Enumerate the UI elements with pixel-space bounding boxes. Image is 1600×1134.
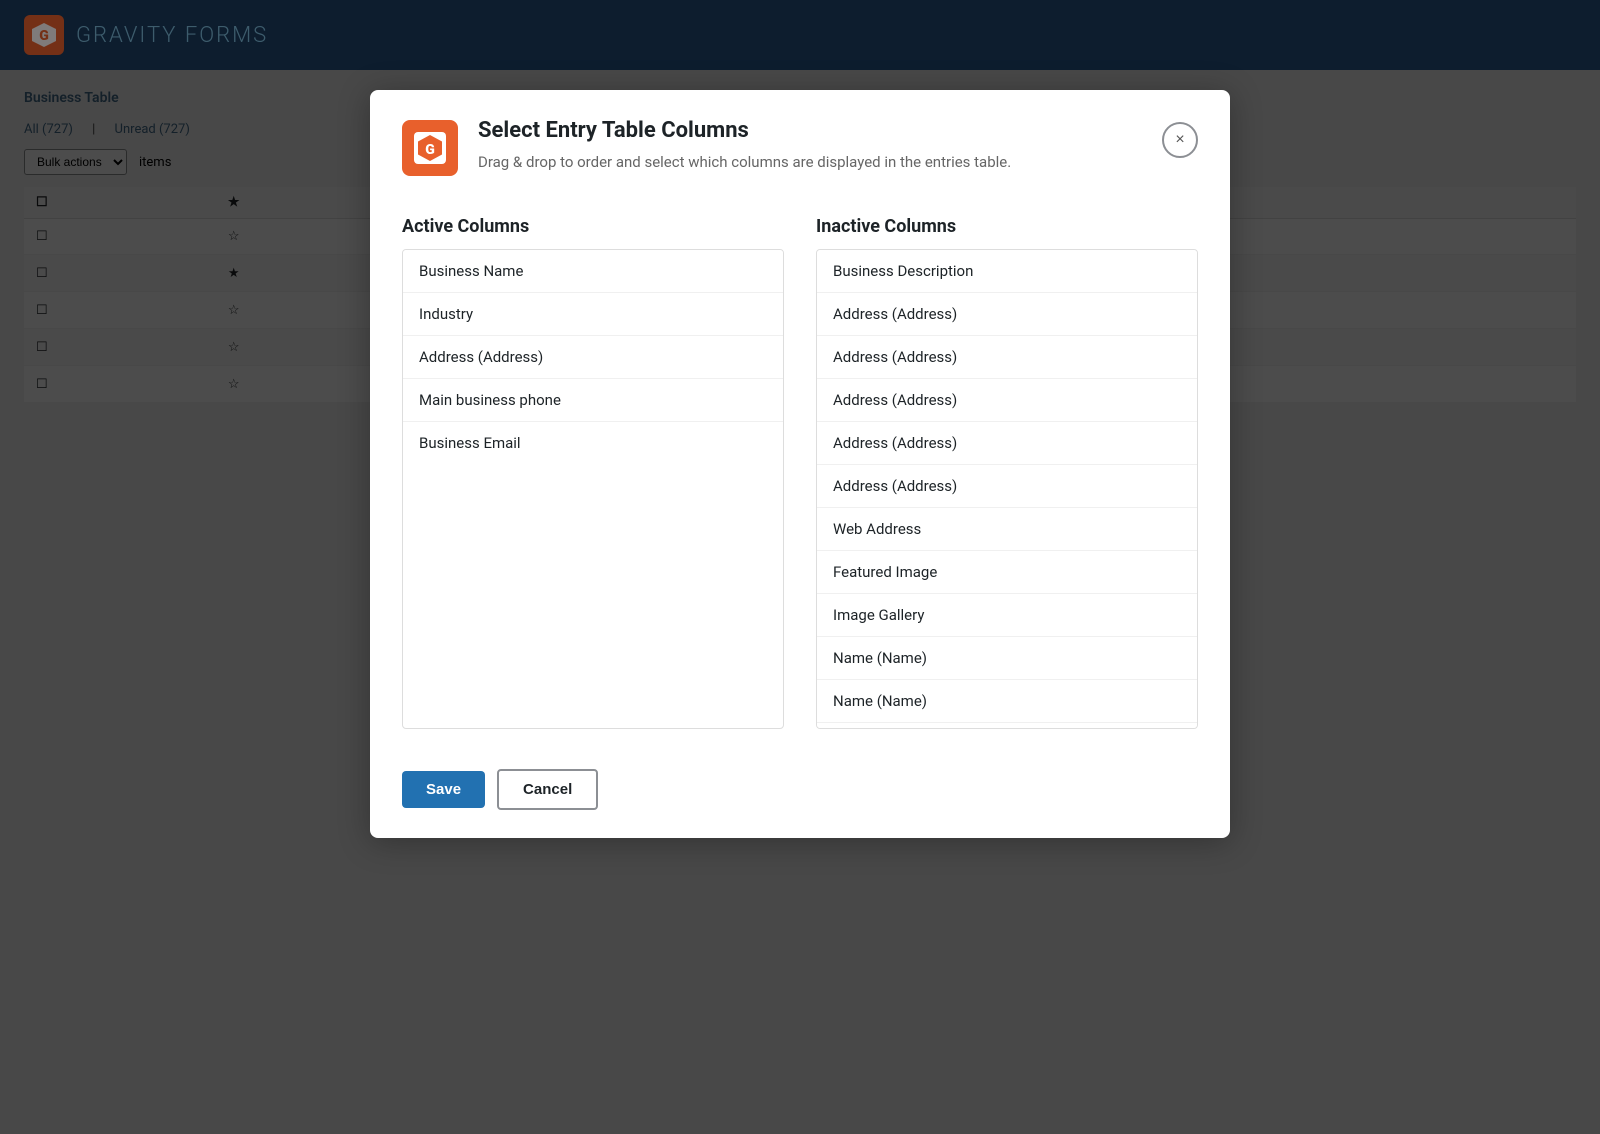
modal-logo-inner: G: [414, 132, 446, 164]
active-columns-title: Active Columns: [402, 216, 784, 237]
active-column-item[interactable]: Business Name: [403, 250, 783, 293]
close-icon: ×: [1175, 131, 1184, 149]
active-column-item[interactable]: Address (Address): [403, 336, 783, 379]
modal-footer: Save Cancel: [370, 749, 1230, 838]
inactive-column-item[interactable]: Address (Address): [817, 465, 1197, 508]
active-column-item[interactable]: Industry: [403, 293, 783, 336]
active-columns-list[interactable]: Business NameIndustryAddress (Address)Ma…: [402, 249, 784, 729]
active-column-item[interactable]: Business Email: [403, 422, 783, 464]
modal-backdrop: G Select Entry Table Columns Drag & drop…: [0, 0, 1600, 1134]
save-button[interactable]: Save: [402, 771, 485, 808]
inactive-columns-title: Inactive Columns: [816, 216, 1198, 237]
active-column-item[interactable]: Main business phone: [403, 379, 783, 422]
modal-body: Active Columns Business NameIndustryAddr…: [370, 196, 1230, 749]
inactive-column-item[interactable]: Email: [817, 723, 1197, 729]
modal-title: Select Entry Table Columns: [478, 118, 1142, 143]
cancel-button[interactable]: Cancel: [497, 769, 598, 810]
modal-close-button[interactable]: ×: [1162, 122, 1198, 158]
modal-header: G Select Entry Table Columns Drag & drop…: [370, 90, 1230, 196]
inactive-column-item[interactable]: Image Gallery: [817, 594, 1197, 637]
inactive-column-item[interactable]: Name (Name): [817, 637, 1197, 680]
inactive-column-item[interactable]: Address (Address): [817, 379, 1197, 422]
modal-title-area: Select Entry Table Columns Drag & drop t…: [478, 118, 1142, 174]
inactive-column-item[interactable]: Featured Image: [817, 551, 1197, 594]
inactive-column-item[interactable]: Address (Address): [817, 336, 1197, 379]
modal-subtitle: Drag & drop to order and select which co…: [478, 151, 1142, 174]
inactive-column-item[interactable]: Address (Address): [817, 422, 1197, 465]
inactive-column-item[interactable]: Business Description: [817, 250, 1197, 293]
inactive-column-item[interactable]: Web Address: [817, 508, 1197, 551]
modal-logo: G: [402, 120, 458, 176]
inactive-column-item[interactable]: Name (Name): [817, 680, 1197, 723]
inactive-column-item[interactable]: Address (Address): [817, 293, 1197, 336]
inactive-columns-list[interactable]: Business DescriptionAddress (Address)Add…: [816, 249, 1198, 729]
select-columns-modal: G Select Entry Table Columns Drag & drop…: [370, 90, 1230, 838]
active-columns-section: Active Columns Business NameIndustryAddr…: [402, 216, 784, 729]
svg-text:G: G: [425, 142, 435, 158]
inactive-columns-section: Inactive Columns Business DescriptionAdd…: [816, 216, 1198, 729]
